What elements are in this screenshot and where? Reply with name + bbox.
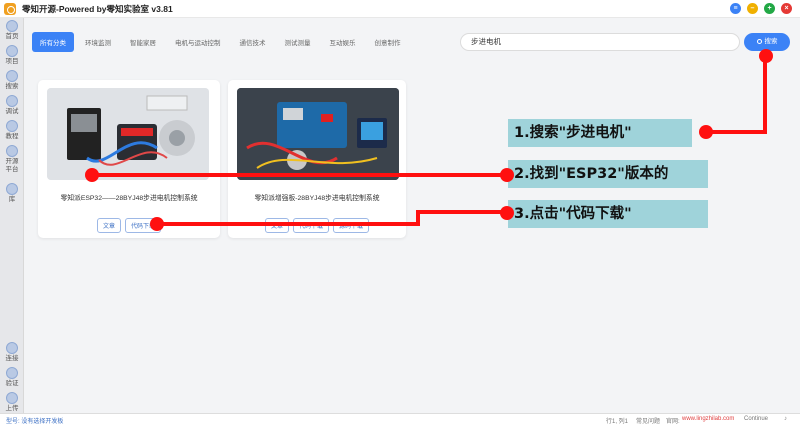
window-title: 零知开源-Powered by零知实验室 v3.81 <box>22 3 173 14</box>
minimize-icon[interactable]: – <box>747 3 758 14</box>
annotation-line <box>156 222 418 226</box>
annotation-line <box>416 210 506 214</box>
app-logo-icon <box>4 2 16 15</box>
sidebar-item-connect[interactable]: 连接 <box>0 342 24 363</box>
tab-environment[interactable]: 环境监测 <box>77 32 119 52</box>
platform-icon <box>6 145 18 157</box>
project-title: 零知派ESP32——28BYJ48步进电机控制系统 <box>60 195 198 202</box>
maximize-icon[interactable]: + <box>764 3 775 14</box>
home-icon <box>6 20 18 32</box>
window-controls: ≡ – + × <box>730 3 792 14</box>
tab-smart-home[interactable]: 智能家居 <box>122 32 164 52</box>
tab-creative[interactable]: 创意制作 <box>367 32 409 52</box>
library-icon <box>6 183 18 195</box>
search-icon <box>756 39 762 44</box>
annotation-line <box>706 130 767 134</box>
book-icon <box>6 120 18 132</box>
annotation-dot <box>85 168 99 182</box>
sidebar-item-project[interactable]: 项目 <box>0 45 24 66</box>
esp32-board-photo <box>47 88 209 180</box>
project-title: 零知派增强板-28BYJ48步进电机控制系统 <box>254 195 380 202</box>
tab-measurement[interactable]: 测试测量 <box>277 32 319 52</box>
sidebar-item-home[interactable]: 首页 <box>0 20 24 41</box>
sidebar-item-upload[interactable]: 上传 <box>0 392 24 413</box>
website-label: 官网: <box>666 419 680 425</box>
search-icon <box>6 70 18 82</box>
project-thumbnail[interactable] <box>47 88 209 180</box>
status-bar: 型号: 没有选择开发板 行1, 列1 常见问题 官网: www.lingzhil… <box>0 413 800 425</box>
sidebar-item-open-platform[interactable]: 开源平台 <box>0 145 24 174</box>
tab-communication[interactable]: 通信技术 <box>232 32 274 52</box>
annotation-line <box>92 173 506 177</box>
annotation-step-2: 2.找到"ESP32"版本的 <box>508 160 708 188</box>
tab-motor-control[interactable]: 电机与运动控制 <box>167 32 229 52</box>
continue-link[interactable]: Continue <box>744 416 768 422</box>
close-icon[interactable]: × <box>781 3 792 14</box>
check-icon <box>6 367 18 379</box>
board-model-status[interactable]: 型号: 没有选择开发板 <box>6 416 63 425</box>
menu-icon[interactable]: ≡ <box>730 3 741 14</box>
annotation-dot <box>150 217 164 231</box>
enhanced-board-photo <box>237 88 399 180</box>
category-tabs: 所有分类 环境监测 智能家居 电机与运动控制 通信技术 测试测量 互动娱乐 创意… <box>32 30 790 54</box>
sidebar-item-debug[interactable]: 调试 <box>0 95 24 116</box>
debug-icon <box>6 95 18 107</box>
annotation-dot <box>500 168 514 182</box>
bell-icon[interactable]: ♪ <box>784 416 787 422</box>
annotation-line <box>763 56 767 133</box>
title-bar: 零知开源-Powered by零知实验室 v3.81 ≡ – + × <box>0 0 800 18</box>
article-button[interactable]: 文章 <box>96 218 121 233</box>
folder-icon <box>6 45 18 57</box>
tab-entertainment[interactable]: 互动娱乐 <box>322 32 364 52</box>
project-card[interactable]: 零知派ESP32——28BYJ48步进电机控制系统 文章 代码下载 <box>38 80 220 238</box>
project-card[interactable]: 零知派增强板-28BYJ48步进电机控制系统 文章 代码下载 源码下载 <box>228 80 406 238</box>
tab-all[interactable]: 所有分类 <box>32 32 74 52</box>
project-grid: 零知派ESP32——28BYJ48步进电机控制系统 文章 代码下载 零知派增强板… <box>26 62 796 400</box>
search-input[interactable]: 步进电机 <box>460 33 740 51</box>
annotation-step-3: 3.点击"代码下载" <box>508 200 708 228</box>
annotation-dot <box>759 49 773 63</box>
annotation-dot <box>699 125 713 139</box>
upload-icon <box>6 392 18 404</box>
sidebar-item-verify[interactable]: 验证 <box>0 367 24 388</box>
annotation-dot <box>500 206 514 220</box>
cursor-position: 行1, 列1 <box>606 419 629 425</box>
sidebar-item-search[interactable]: 搜索 <box>0 70 24 91</box>
connect-icon <box>6 342 18 354</box>
faq-link[interactable]: 常见问题 <box>636 416 660 425</box>
sidebar: 首页 项目 搜索 调试 教程 开源平台 库 连接 验证 上传 <box>0 18 24 413</box>
annotation-step-1: 1.搜索"步进电机" <box>508 119 692 147</box>
sidebar-item-library[interactable]: 库 <box>0 183 24 204</box>
sidebar-item-tutorial[interactable]: 教程 <box>0 120 24 141</box>
project-thumbnail[interactable] <box>237 88 399 180</box>
website-link[interactable]: www.lingzhilab.com <box>682 416 734 422</box>
